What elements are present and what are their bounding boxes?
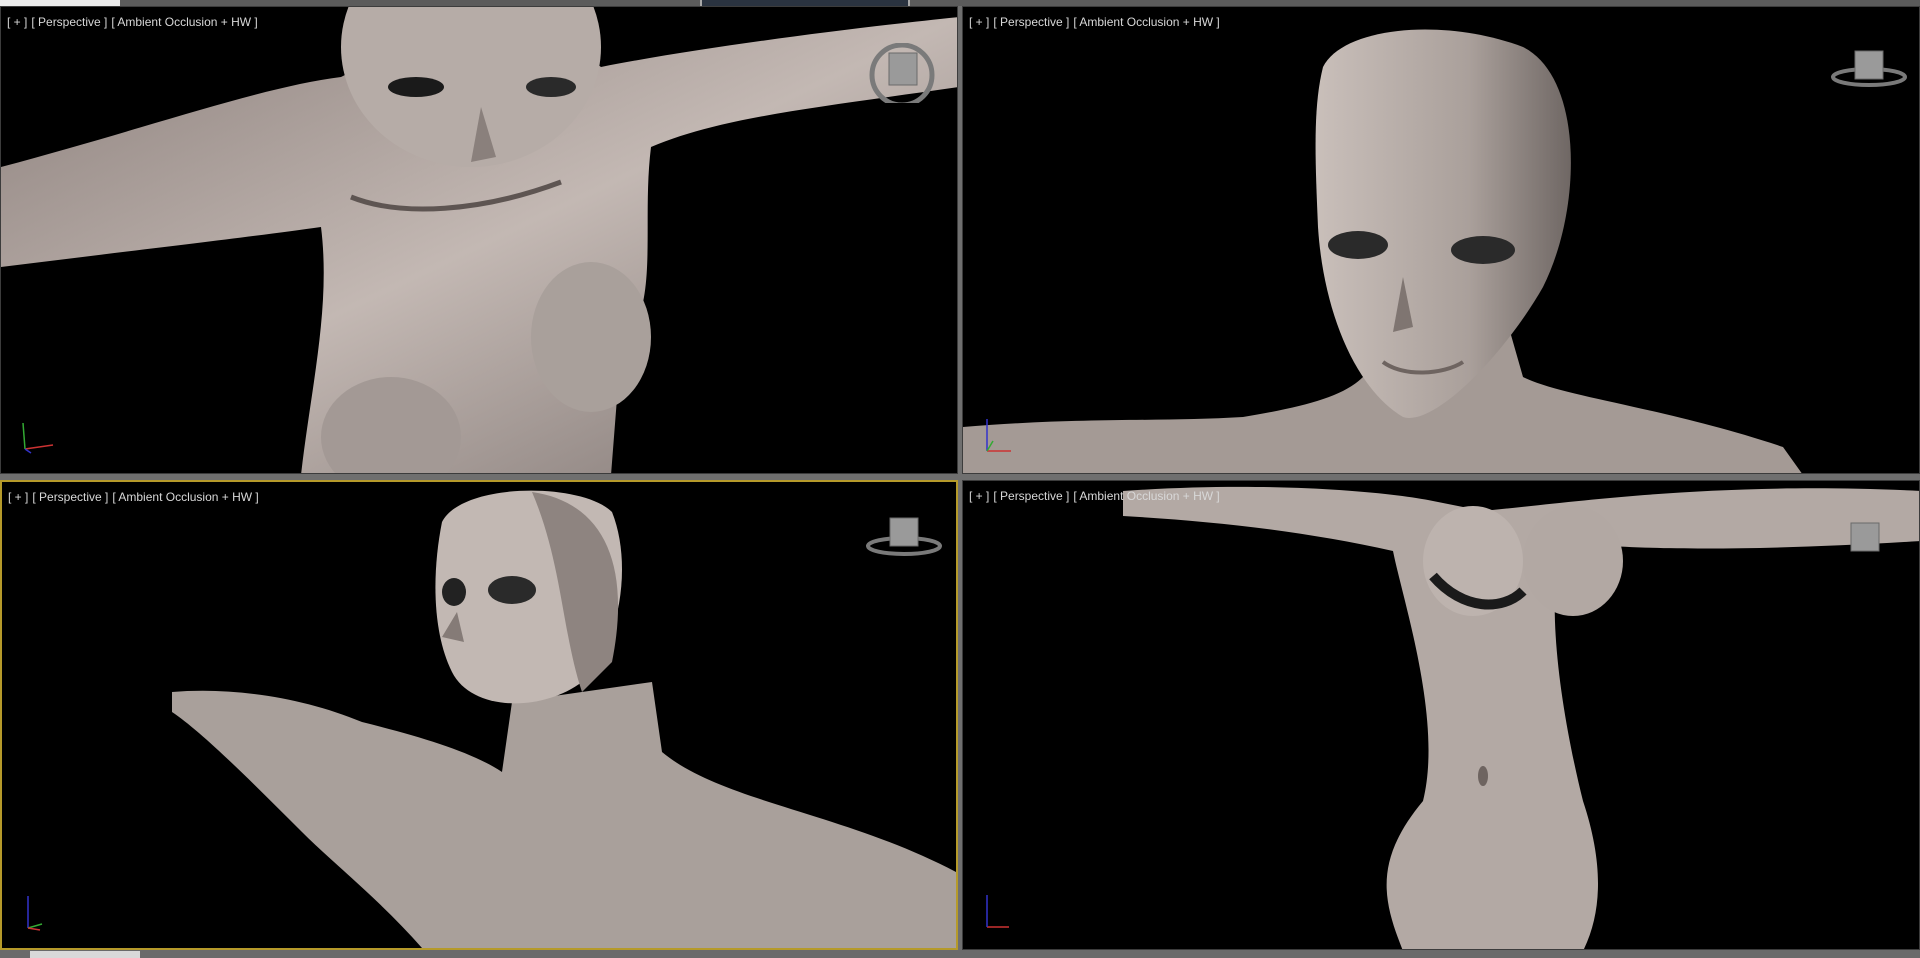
viewcube-icon[interactable] — [1829, 43, 1909, 93]
viewport-plus-menu[interactable]: [ + ] — [7, 15, 27, 29]
viewport-shading-menu[interactable]: [ Ambient Occlusion + HW ] — [1073, 489, 1219, 503]
model-render — [1, 7, 957, 473]
axis-tripod-icon — [22, 422, 54, 454]
viewport-view-menu[interactable]: [ Perspective ] — [993, 15, 1069, 29]
viewport-plus-menu[interactable]: [ + ] — [969, 15, 989, 29]
viewport-label[interactable]: [ + ] [ Perspective ] [ Ambient Occlusion … — [969, 489, 1224, 503]
viewcube-icon[interactable] — [1845, 517, 1885, 557]
model-render — [963, 29, 1802, 473]
viewport-label[interactable]: [ + ] [ Perspective ] [ Ambient Occlusion … — [8, 490, 263, 504]
viewport-bottom-right[interactable]: [ + ] [ Perspective ] [ Ambient Occlusion … — [962, 480, 1920, 950]
viewport-top-right[interactable]: [ + ] [ Perspective ] [ Ambient Occlusion … — [962, 6, 1920, 474]
viewport-view-menu[interactable]: [ Perspective ] — [32, 490, 108, 504]
viewport-view-menu[interactable]: [ Perspective ] — [31, 15, 107, 29]
model-render — [1123, 486, 1919, 949]
bottom-status-bar — [0, 950, 1920, 958]
viewport-plus-menu[interactable]: [ + ] — [8, 490, 28, 504]
viewcube-icon[interactable] — [867, 43, 937, 103]
bottom-input-field[interactable] — [30, 951, 140, 958]
viewport-plus-menu[interactable]: [ + ] — [969, 489, 989, 503]
viewport-shading-menu[interactable]: [ Ambient Occlusion + HW ] — [111, 15, 257, 29]
viewport-shading-menu[interactable]: [ Ambient Occlusion + HW ] — [1073, 15, 1219, 29]
viewport-top-left[interactable]: [ + ] [ Perspective ] [ Ambient Occlusion … — [0, 6, 958, 474]
viewport-view-menu[interactable]: [ Perspective ] — [993, 489, 1069, 503]
axis-tripod-icon — [986, 419, 1011, 452]
viewport-label[interactable]: [ + ] [ Perspective ] [ Ambient Occlusion … — [969, 15, 1224, 29]
viewport-bottom-left[interactable]: [ + ] [ Perspective ] [ Ambient Occlusion … — [0, 480, 958, 950]
viewcube-icon[interactable] — [864, 512, 944, 562]
viewport-label[interactable]: [ + ] [ Perspective ] [ Ambient Occlusion … — [7, 15, 262, 29]
axis-tripod-icon — [27, 896, 43, 931]
model-render — [172, 490, 956, 948]
axis-tripod-icon — [986, 895, 1009, 928]
viewport-shading-menu[interactable]: [ Ambient Occlusion + HW ] — [112, 490, 258, 504]
